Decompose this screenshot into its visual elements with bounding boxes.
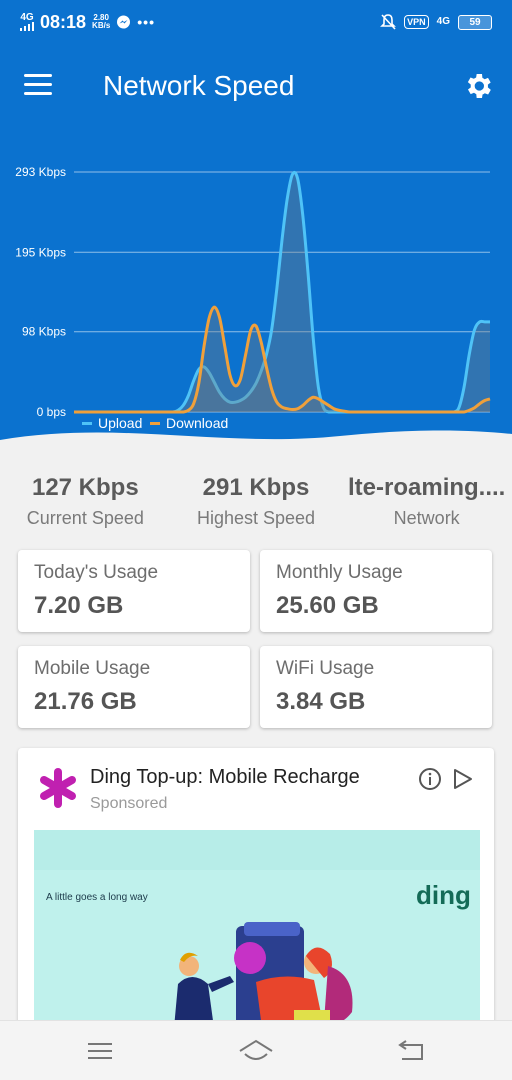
info-icon[interactable] [418,767,442,791]
ad-sponsored-label: Sponsored [90,795,168,812]
recent-apps-icon[interactable] [80,1037,120,1065]
vpn-badge: VPN [404,15,429,29]
back-icon[interactable] [392,1037,432,1065]
ad-tagline: A little goes a long way [46,892,148,903]
y-tick-label: 195 Kbps [15,245,66,259]
page-title: Network Speed [103,70,295,101]
ad-banner-image[interactable]: A little goes a long way ding [34,830,480,1028]
mobile-usage-label: Mobile Usage [34,658,151,679]
mobile-usage-value: 21.76 GB [34,688,137,715]
hamburger-menu-icon[interactable] [24,74,54,98]
highest-speed-value: 291 Kbps [202,474,310,501]
current-speed-label: Current Speed [26,508,144,528]
network-type: 4G [20,12,34,23]
battery-indicator: 59 [458,14,492,30]
ad-title[interactable]: Ding Top-up: Mobile Recharge [90,766,360,789]
legend-label-download: Download [166,415,228,431]
stat-network: lte-roaming.... Network [341,474,512,529]
status-bar: 4G 08:18 2.80 KB/s ••• VPN 4G 59 [0,0,512,44]
network-type-right: 4G [436,16,450,27]
wifi-usage-value: 3.84 GB [276,688,366,715]
system-nav-bar [0,1020,512,1080]
messenger-icon [117,15,131,28]
speed-unit: KB/s [92,21,111,30]
gear-icon[interactable] [462,70,494,102]
app-header: Network Speed [0,44,512,130]
wifi-usage-card[interactable]: WiFi Usage 3.84 GB [260,646,492,728]
today-usage-label: Today's Usage [34,562,159,583]
wifi-usage-label: WiFi Usage [276,658,375,679]
sponsored-ad[interactable]: Ding Top-up: Mobile Recharge Sponsored A… [18,748,494,1028]
mobile-usage-card[interactable]: Mobile Usage 21.76 GB [18,646,250,728]
speed-chart-svg: 293 Kbps 195 Kbps 98 Kbps 0 bps Upload Downlo… [0,130,512,450]
clock: 08:18 [40,11,87,32]
network-label: Network [393,508,460,528]
monthly-usage-value: 25.60 GB [276,592,379,619]
y-tick-label: 293 Kbps [15,165,66,179]
today-usage-card[interactable]: Today's Usage 7.20 GB [18,550,250,632]
speed-chart: 293 Kbps 195 Kbps 98 Kbps 0 bps Upload Downlo… [0,130,512,450]
current-speed-value: 127 Kbps [31,474,139,501]
signal-bars-icon [20,22,34,31]
speed-stats: 127 Kbps Current Speed 291 Kbps Highest … [0,474,512,529]
stat-current-speed: 127 Kbps Current Speed [0,474,171,529]
monthly-usage-label: Monthly Usage [276,562,403,583]
home-icon[interactable] [236,1037,276,1065]
monthly-usage-card[interactable]: Monthly Usage 25.60 GB [260,550,492,632]
y-tick-label: 0 bps [37,405,66,419]
legend-swatch-download [150,422,160,425]
signal-indicator: 4G [20,13,34,31]
more-notifications: ••• [137,14,155,30]
y-tick-label: 98 Kbps [22,325,66,339]
mute-icon [380,14,397,30]
legend-swatch-upload [82,422,92,425]
stat-highest-speed: 291 Kbps Highest Speed [171,474,342,529]
network-value: lte-roaming.... [348,474,506,501]
highest-speed-label: Highest Speed [196,508,316,528]
ad-brand-logo: ding [416,880,471,910]
legend-label-upload: Upload [98,415,142,431]
ad-illustration [174,922,353,1028]
adchoices-play-icon[interactable] [452,767,474,791]
speed-indicator: 2.80 KB/s [92,14,110,30]
ding-logo-icon [40,768,76,808]
today-usage-value: 7.20 GB [34,592,124,619]
